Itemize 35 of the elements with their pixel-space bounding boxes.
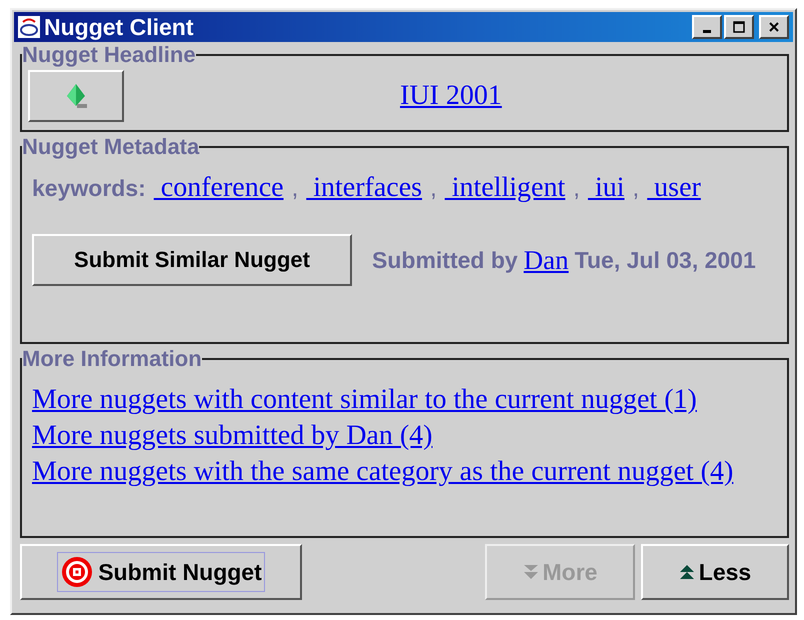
separator: , (430, 175, 437, 203)
keyword-link[interactable]: iui (588, 172, 624, 204)
panel-title: More Information (22, 346, 202, 372)
window-title: Nugget Client (44, 14, 194, 40)
close-icon (768, 21, 780, 33)
panel-title: Nugget Headline (22, 42, 196, 68)
author-link[interactable]: Dan (524, 244, 569, 276)
keyword-link[interactable]: user (647, 172, 701, 204)
more-nuggets-link[interactable]: More nuggets submitted by Dan (4) (32, 420, 432, 452)
minimize-icon (703, 30, 711, 33)
headline-link[interactable]: IUI 2001 (400, 80, 502, 112)
panel-title: Nugget Metadata (22, 134, 200, 160)
keyword-link[interactable]: conference (154, 172, 284, 204)
less-button[interactable]: Less (641, 544, 789, 600)
keyword-link[interactable]: intelligent (444, 172, 566, 204)
close-button[interactable] (759, 15, 789, 39)
submit-button[interactable]: Submit Nugget (20, 544, 302, 600)
maximize-button[interactable] (724, 15, 754, 39)
keywords-label: keywords: (32, 175, 146, 202)
more-nuggets-link[interactable]: More nuggets with the same category as the current nugget (4) (32, 456, 734, 488)
back-button[interactable] (28, 70, 124, 122)
separator: , (292, 175, 298, 203)
minimize-button[interactable] (692, 15, 722, 39)
maximize-icon (733, 21, 745, 33)
more-nuggets-link[interactable]: More nuggets with content similar to the current nugget (1) (32, 384, 697, 416)
submit-similar-button[interactable]: Submit Similar Nugget (32, 234, 352, 286)
separator: , (573, 175, 580, 203)
submitted-date: Tue, Jul 03, 2001 (574, 246, 756, 274)
target-icon (60, 555, 94, 589)
separator: , (632, 175, 640, 203)
app-icon (18, 16, 40, 38)
chevron-up-icon (678, 563, 695, 581)
keyword-link[interactable]: interfaces (306, 172, 422, 204)
chevron-down-icon (522, 563, 539, 581)
submitted-by-label: Submitted by (372, 246, 518, 274)
